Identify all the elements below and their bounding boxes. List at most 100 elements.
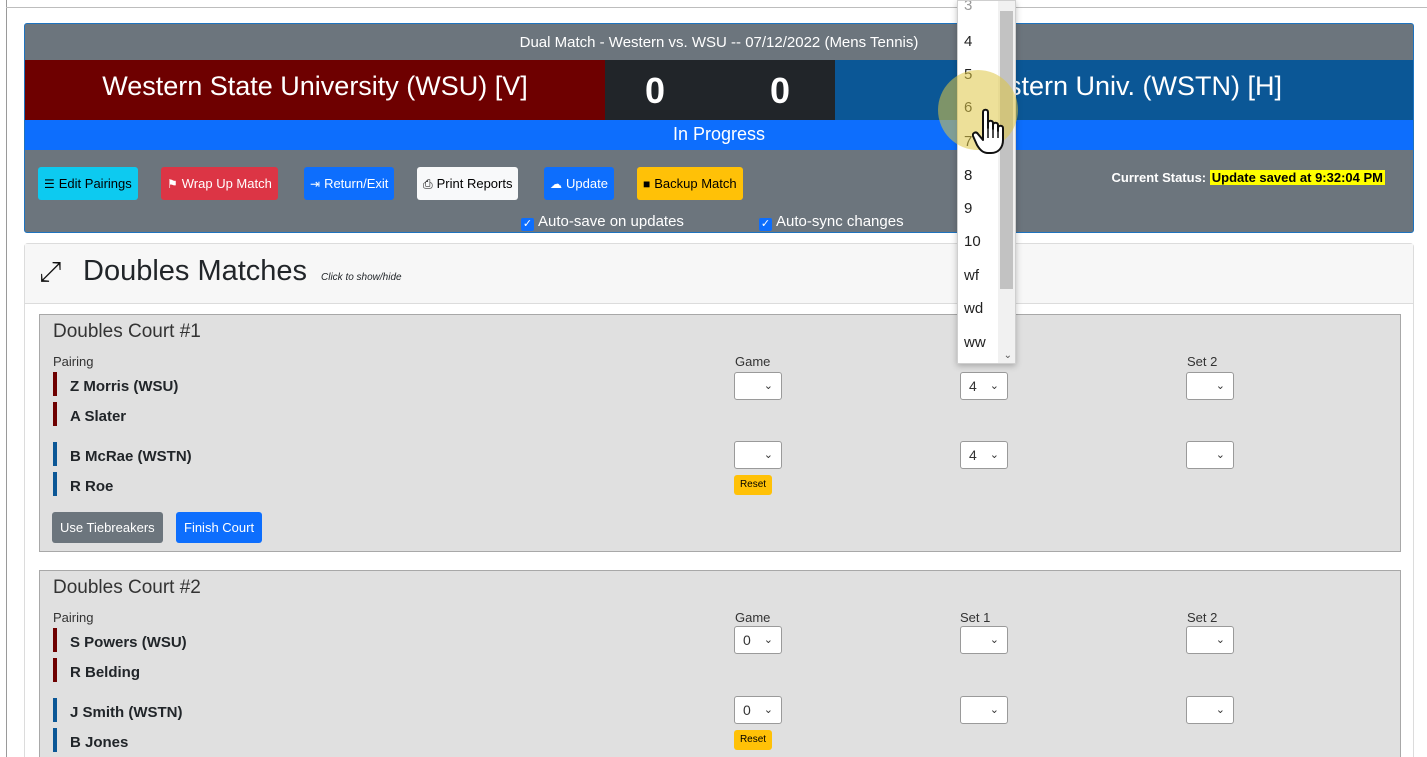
player-name: A Slater — [53, 402, 126, 426]
update-button[interactable]: ☁ Update — [544, 167, 614, 200]
set1-select[interactable]: 4 ⌄ — [960, 372, 1008, 400]
doubles-matches-card: ⤢ Doubles Matches Click to show/hide Dou… — [24, 243, 1414, 757]
match-header-panel: Dual Match - Western vs. WSU -- 07/12/20… — [24, 23, 1414, 233]
game-label: Game — [735, 354, 771, 369]
finish-court-button[interactable]: Finish Court — [176, 512, 263, 543]
player-name: B McRae (WSTN) — [53, 442, 192, 466]
return-exit-label: Return/Exit — [324, 176, 389, 191]
edit-pairings-label: Edit Pairings — [58, 176, 132, 191]
print-reports-button[interactable]: ⎙ Print Reports — [417, 167, 519, 200]
chevron-down-icon: ⌄ — [763, 449, 773, 461]
chevron-down-icon: ⌄ — [763, 634, 773, 646]
edit-pairings-button[interactable]: ☰ Edit Pairings — [38, 167, 138, 200]
page-top-border — [6, 7, 1427, 8]
select-value: 0 — [743, 632, 751, 648]
home-score: 0 — [770, 70, 791, 111]
visitor-score: 0 — [645, 70, 666, 111]
match-title: Dual Match - Western vs. WSU -- 07/12/20… — [519, 34, 919, 51]
player-name: Z Morris (WSU) — [53, 372, 178, 396]
save-icon: ■ — [643, 177, 651, 191]
player-name: J Smith (WSTN) — [53, 698, 183, 722]
chevron-down-icon: ⌄ — [763, 704, 773, 716]
cloud-icon: ☁ — [550, 177, 562, 191]
chevron-down-icon: ⌄ — [989, 449, 999, 461]
checkmark-icon: ✓ — [759, 218, 772, 231]
set2-select[interactable]: ⌄ — [1186, 441, 1234, 469]
current-status-label: Current Status: — [1111, 170, 1207, 185]
set2-select[interactable]: ⌄ — [1186, 372, 1234, 400]
pairing-label: Pairing — [53, 354, 94, 369]
auto-save-checkbox[interactable]: ✓ Auto-save on updates — [521, 213, 684, 231]
reset-button[interactable]: Reset — [734, 475, 772, 495]
dropdown-option[interactable]: 9 — [958, 192, 1000, 225]
set1-select[interactable]: ⌄ — [960, 626, 1008, 654]
dropdown-option[interactable]: 8 — [958, 159, 1000, 192]
home-team-name: Western Univ. (WSTN) [H] — [835, 60, 1413, 120]
game-select[interactable]: 0 ⌄ — [734, 626, 782, 654]
list-ordered-icon: ☰ — [44, 177, 55, 191]
dropdown-scrollbar[interactable]: ⌄ — [998, 1, 1015, 363]
doubles-court-2: Doubles Court #2 Pairing Game Set 1 Set … — [39, 570, 1401, 757]
sign-out-icon: ⇥ — [310, 177, 321, 191]
player-name: B Jones — [53, 728, 128, 752]
show-hide-hint: Click to show/hide — [321, 272, 402, 283]
wrap-up-label: Wrap Up Match — [181, 176, 272, 191]
player-name: S Powers (WSU) — [53, 628, 187, 652]
current-status: Current Status: Update saved at 9:32:04 … — [1112, 170, 1385, 185]
set1-select[interactable]: 4 ⌄ — [960, 441, 1008, 469]
return-exit-button[interactable]: ⇥ Return/Exit — [304, 167, 395, 200]
player-name: R Belding — [53, 658, 140, 682]
game-label: Game — [735, 610, 771, 625]
game-select[interactable]: ⌄ — [734, 441, 782, 469]
match-status-bar: In Progress — [25, 120, 1413, 150]
printer-icon: ⎙ — [423, 177, 433, 191]
dropdown-option[interactable]: 10 — [958, 225, 1000, 258]
chevron-down-icon: ⌄ — [989, 704, 999, 716]
doubles-court-1: Doubles Court #1 Pairing Game Set 2 Z Mo… — [39, 314, 1401, 552]
pairing-label: Pairing — [53, 610, 94, 625]
backup-match-button[interactable]: ■ Backup Match — [637, 167, 743, 200]
set2-select[interactable]: ⌄ — [1186, 696, 1234, 724]
print-reports-label: Print Reports — [436, 176, 513, 191]
chevron-down-icon: ⌄ — [763, 380, 773, 392]
select-value: 4 — [969, 447, 977, 463]
select-value: 0 — [743, 702, 751, 718]
auto-sync-label: Auto-sync changes — [776, 213, 904, 230]
set-score-dropdown-list[interactable]: 3 4 5 6 7 8 9 10 wf wd ww ⌄ — [957, 0, 1016, 364]
chevron-down-icon: ⌄ — [1215, 380, 1225, 392]
dropdown-option[interactable]: 4 — [958, 25, 1000, 58]
checkmark-icon: ✓ — [521, 218, 534, 231]
dropdown-option[interactable]: wf — [958, 259, 1000, 292]
set1-label: Set 1 — [960, 610, 991, 625]
current-status-value: Update saved at 9:32:04 PM — [1209, 170, 1385, 185]
set1-select[interactable]: ⌄ — [960, 696, 1008, 724]
expand-arrows-icon[interactable]: ⤢ — [39, 256, 61, 289]
chevron-down-icon: ⌄ — [1215, 634, 1225, 646]
wrap-up-match-button[interactable]: ⚑ Wrap Up Match — [161, 167, 278, 200]
use-tiebreakers-button[interactable]: Use Tiebreakers — [52, 512, 163, 543]
dropdown-option[interactable]: 3 — [958, 1, 1000, 22]
checkered-flag-icon: ⚑ — [167, 177, 178, 191]
reset-button[interactable]: Reset — [734, 730, 772, 750]
select-value: 4 — [969, 378, 977, 394]
doubles-card-header[interactable]: ⤢ Doubles Matches Click to show/hide — [25, 244, 1413, 304]
chevron-down-icon: ⌄ — [1215, 704, 1225, 716]
player-name: R Roe — [53, 472, 113, 496]
auto-sync-checkbox[interactable]: ✓ Auto-sync changes — [759, 213, 904, 231]
game-select[interactable]: 0 ⌄ — [734, 696, 782, 724]
game-select[interactable]: ⌄ — [734, 372, 782, 400]
page-left-border — [6, 0, 7, 757]
doubles-title: Doubles Matches — [83, 255, 308, 287]
court-title: Doubles Court #1 — [53, 321, 201, 342]
court-title: Doubles Court #2 — [53, 577, 201, 598]
chevron-down-icon: ⌄ — [989, 634, 999, 646]
dropdown-option[interactable]: ww — [958, 326, 1000, 359]
visitor-team-name: Western State University (WSU) [V] — [25, 60, 605, 120]
scoreboard: 0 0 — [605, 60, 835, 120]
chevron-down-icon[interactable]: ⌄ — [1004, 350, 1012, 361]
dropdown-option[interactable]: wd — [958, 292, 1000, 325]
chevron-down-icon: ⌄ — [1215, 449, 1225, 461]
backup-label: Backup Match — [654, 176, 737, 191]
set2-select[interactable]: ⌄ — [1186, 626, 1234, 654]
set2-label: Set 2 — [1187, 354, 1218, 369]
